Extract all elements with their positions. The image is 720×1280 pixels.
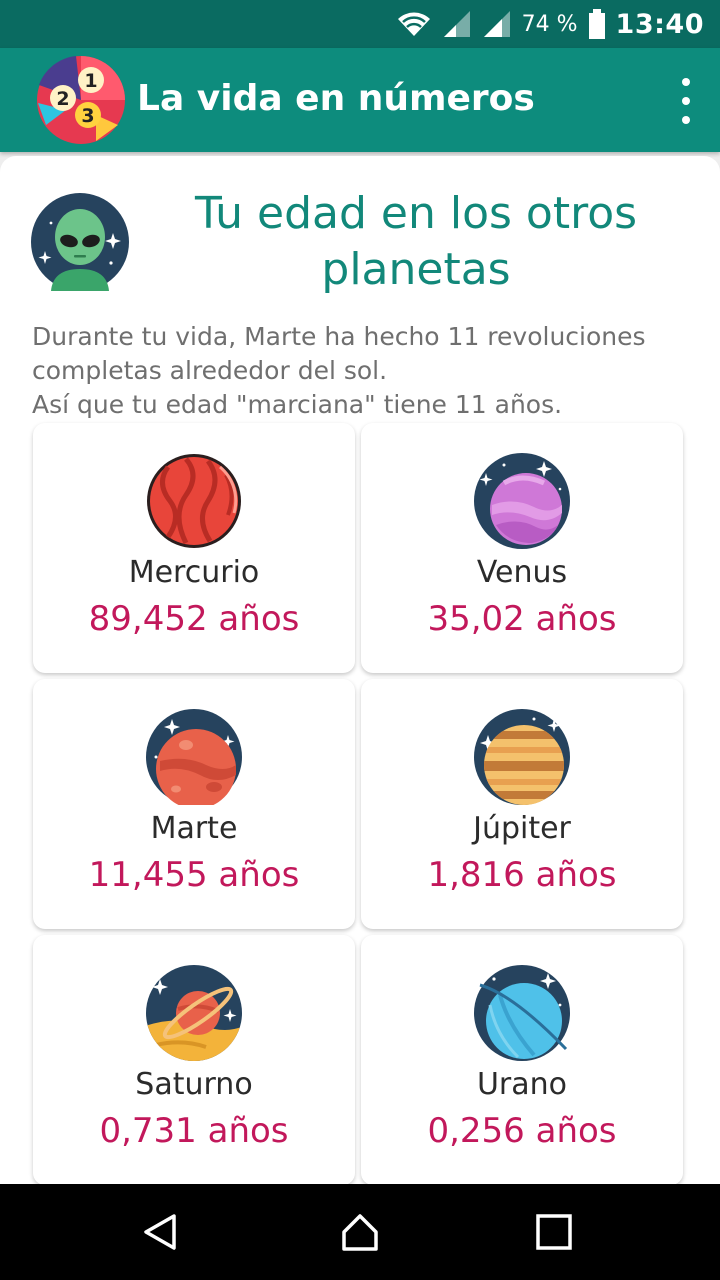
status-icons: 74 % 13:40 (396, 0, 704, 48)
app-bar: 1 2 3 La vida en números (0, 48, 720, 152)
content-card: Tu edad en los otros planetas Durante tu… (0, 156, 720, 1186)
mars-icon (146, 709, 242, 805)
planet-card-marte[interactable]: Marte 11,455 años (33, 679, 355, 929)
venus-icon (474, 453, 570, 549)
planet-age: 0,256 años (427, 1111, 617, 1151)
app-title: La vida en números (137, 78, 535, 119)
planet-card-urano[interactable]: Urano 0,256 años (361, 935, 683, 1185)
planet-name: Venus (476, 555, 568, 590)
description-text: Durante tu vida, Marte ha hecho 11 revol… (32, 322, 646, 419)
battery-icon (588, 9, 605, 39)
planet-name: Marte (150, 811, 238, 846)
planet-age: 89,452 años (88, 599, 300, 639)
planet-age: 1,816 años (427, 855, 617, 895)
planet-card-jupiter[interactable]: Júpiter 1,816 años (361, 679, 683, 929)
logo-digit-3: 3 (81, 105, 94, 127)
jupiter-icon (474, 709, 570, 805)
logo-digit-2: 2 (56, 88, 69, 110)
status-bar: 74 % 13:40 (0, 0, 720, 48)
planet-age: 35,02 años (427, 599, 617, 639)
logo-digit-1: 1 (84, 70, 97, 92)
planet-name: Saturno (135, 1067, 253, 1102)
back-icon[interactable] (140, 1212, 180, 1252)
planet-card-mercurio[interactable]: Mercurio 89,452 años (33, 423, 355, 673)
planet-name: Mercurio (128, 555, 260, 590)
home-icon[interactable] (340, 1212, 380, 1252)
saturn-icon (146, 965, 242, 1061)
more-vert-icon[interactable] (676, 78, 696, 124)
wifi-icon (397, 12, 430, 37)
recents-icon[interactable] (534, 1212, 574, 1252)
planet-name: Urano (476, 1067, 568, 1102)
planet-name: Júpiter (473, 811, 571, 846)
uranus-icon (474, 965, 570, 1061)
alien-icon (31, 193, 129, 291)
signal-icon (443, 11, 470, 37)
app-logo-icon: 1 2 3 (37, 56, 125, 144)
mercury-icon (147, 454, 241, 548)
planet-age: 0,731 años (99, 1111, 289, 1151)
clock: 13:40 (615, 8, 704, 40)
planet-age: 11,455 años (88, 855, 300, 895)
battery-percent: 74 % (521, 11, 578, 37)
navigation-bar (0, 1184, 720, 1280)
signal-icon (483, 11, 510, 37)
planet-card-saturno[interactable]: Saturno 0,731 años (33, 935, 355, 1185)
planet-card-venus[interactable]: Venus 35,02 años (361, 423, 683, 673)
section-title: Tu edad en los otros planetas (194, 188, 638, 295)
